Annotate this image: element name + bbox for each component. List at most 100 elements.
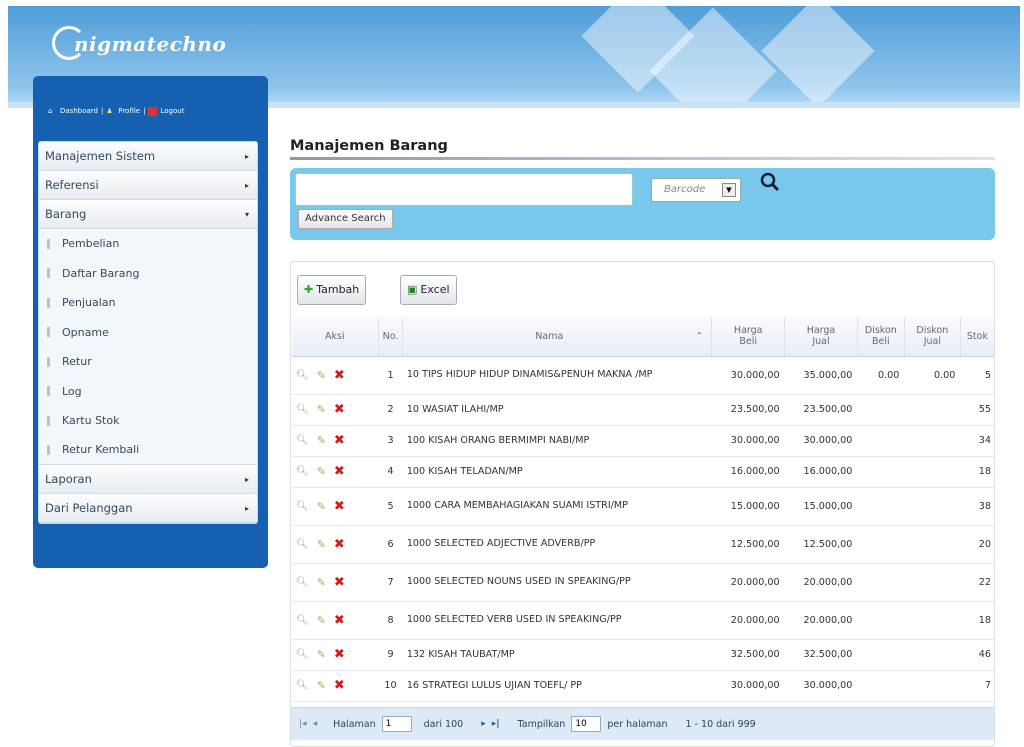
cell-no: 10 — [378, 670, 403, 702]
column-header-aksi: Aksi — [292, 317, 379, 357]
column-header-diskon-beli[interactable]: Diskon Beli — [857, 317, 905, 357]
cell-diskon-beli — [857, 525, 905, 564]
row-actions: 🔍︎ ✎ ✖ — [292, 639, 379, 671]
view-icon[interactable]: 🔍︎ — [296, 435, 309, 446]
delete-icon[interactable]: ✖ — [334, 433, 345, 448]
cell-no: 2 — [378, 394, 403, 426]
table-row[interactable]: 🔍︎ ✎ ✖ 4 100 KISAH TELADAN/MP 16.000,00 16.000… — [292, 456, 994, 488]
edit-icon[interactable]: ✎ — [317, 465, 326, 478]
table-row[interactable]: 🔍︎ ✎ ✖ 8 1000 SELECTED VERB USED IN SPEAKING… — [292, 601, 994, 640]
view-icon[interactable]: 🔍︎ — [296, 501, 309, 512]
cell-diskon-jual: 0.00 — [904, 356, 961, 395]
edit-icon[interactable]: ✎ — [317, 614, 326, 627]
sidebar-subitem-daftar-barang[interactable]: Daftar Barang — [39, 258, 257, 288]
cell-harga-jual: 16.000,00 — [784, 456, 858, 488]
cell-stok: 18 — [960, 456, 994, 488]
table-row[interactable]: 🔍︎ ✎ ✖ 9 132 KISAH TAUBAT/MP 32.500,00 32.500,… — [292, 639, 994, 671]
app-logo[interactable]: nigmatechno — [50, 32, 226, 56]
logout-link[interactable]: Logout — [160, 107, 184, 115]
page-number-input[interactable] — [381, 716, 412, 732]
search-input[interactable] — [295, 173, 633, 206]
table-row[interactable]: 🔍︎ ✎ ✖ 6 1000 SELECTED ADJECTIVE ADVERB/PP 12… — [292, 525, 994, 564]
delete-icon[interactable]: ✖ — [334, 368, 345, 383]
view-icon[interactable]: 🔍︎ — [296, 615, 309, 626]
column-header-harga-jual[interactable]: Harga Jual — [784, 317, 858, 357]
sidebar-item-laporan[interactable]: Laporan ▸ — [39, 465, 257, 494]
cell-diskon-jual — [904, 525, 961, 564]
row-actions: 🔍︎ ✎ ✖ — [292, 356, 379, 395]
table-row[interactable]: 🔍︎ ✎ ✖ 1 10 TIPS HIDUP HIDUP DINAMIS&PENUH M… — [292, 356, 994, 395]
delete-icon[interactable]: ✖ — [334, 678, 345, 693]
edit-icon[interactable]: ✎ — [317, 648, 326, 661]
view-icon[interactable]: 🔍︎ — [296, 466, 309, 477]
cell-stok: 55 — [960, 394, 994, 426]
cell-diskon-jual — [904, 601, 961, 640]
sidebar-subitem-log[interactable]: Log — [39, 376, 257, 406]
excel-button[interactable]: ▣ Excel — [400, 275, 457, 305]
nav-separator: | — [143, 107, 146, 115]
edit-icon[interactable]: ✎ — [317, 434, 326, 447]
sidebar-subitem-retur-kembali[interactable]: Retur Kembali — [39, 435, 257, 465]
table-row[interactable]: 🔍︎ ✎ ✖ 5 1000 CARA MEMBAHAGIAKAN SUAMI ISTRI… — [292, 487, 994, 526]
advance-search-button[interactable]: Advance Search — [298, 209, 393, 229]
view-icon[interactable]: 🔍︎ — [296, 539, 309, 550]
last-page-icon[interactable]: ▸| — [492, 719, 500, 729]
chevron-right-icon: ▸ — [244, 474, 249, 484]
edit-icon[interactable]: ✎ — [317, 369, 326, 382]
search-icon[interactable] — [755, 171, 785, 199]
per-page-input[interactable] — [571, 716, 602, 732]
column-header-harga-beli[interactable]: Harga Beli — [711, 317, 786, 357]
view-icon[interactable]: 🔍︎ — [296, 680, 309, 691]
table-row[interactable]: 🔍︎ ✎ ✖ 7 1000 SELECTED NOUNS USED IN SPEAKIN… — [292, 563, 994, 602]
column-header-diskon-jual[interactable]: Diskon Jual — [904, 317, 961, 357]
column-header-nama[interactable]: Nama ⌃ — [402, 317, 713, 357]
cell-nama: 10 WASIAT ILAHI/MP — [402, 394, 712, 426]
edit-icon[interactable]: ✎ — [317, 500, 326, 513]
cell-no: 4 — [378, 456, 403, 488]
sidebar-item-manajemen-sistem[interactable]: Manajemen Sistem ▸ — [39, 142, 257, 171]
search-type-select[interactable]: Barcode ▼ — [651, 178, 741, 202]
delete-icon[interactable]: ✖ — [334, 537, 345, 552]
sidebar-item-referensi[interactable]: Referensi ▸ — [39, 171, 257, 200]
delete-icon[interactable]: ✖ — [334, 402, 345, 417]
delete-icon[interactable]: ✖ — [334, 499, 345, 514]
edit-icon[interactable]: ✎ — [317, 679, 326, 692]
profile-link[interactable]: Profile — [118, 107, 140, 115]
next-page-icon[interactable]: ▸ — [481, 719, 486, 729]
cell-no: 7 — [378, 563, 403, 602]
edit-icon[interactable]: ✎ — [317, 576, 326, 589]
view-icon[interactable]: 🔍︎ — [296, 649, 309, 660]
table-row[interactable]: 🔍︎ ✎ ✖ 3 100 KISAH ORANG BERMIMPI NABI/MP 30.… — [292, 425, 994, 457]
prev-page-icon[interactable]: ◂ — [313, 719, 318, 729]
sidebar-subitem-pembelian[interactable]: Pembelian — [39, 229, 257, 259]
delete-icon[interactable]: ✖ — [334, 613, 345, 628]
cell-no: 3 — [378, 425, 403, 457]
header-decoration — [761, 6, 875, 108]
cell-no: 6 — [378, 525, 403, 564]
sidebar-subitem-retur[interactable]: Retur — [39, 347, 257, 377]
sidebar-item-barang[interactable]: Barang ▾ — [39, 200, 257, 229]
column-header-stok[interactable]: Stok — [960, 317, 994, 357]
view-icon[interactable]: 🔍︎ — [296, 577, 309, 588]
first-page-icon[interactable]: |◂ — [299, 719, 307, 729]
table-row[interactable]: 🔍︎ ✎ ✖ 2 10 WASIAT ILAHI/MP 23.500,00 23.500,0… — [292, 394, 994, 426]
cell-nama: 100 KISAH TELADAN/MP — [402, 456, 712, 488]
dashboard-link[interactable]: Dashboard — [60, 107, 98, 115]
edit-icon[interactable]: ✎ — [317, 538, 326, 551]
sidebar-subitem-opname[interactable]: Opname — [39, 317, 257, 347]
sidebar-subitem-penjualan[interactable]: Penjualan — [39, 288, 257, 318]
sidebar-subitem-kartu-stok[interactable]: Kartu Stok — [39, 406, 257, 436]
edit-icon[interactable]: ✎ — [317, 403, 326, 416]
delete-icon[interactable]: ✖ — [334, 575, 345, 590]
table-row[interactable]: 🔍︎ ✎ ✖ 10 16 STRATEGI LULUS UJIAN TOEFL/ PP 3… — [292, 670, 994, 702]
cell-harga-beli: 30.000,00 — [711, 670, 785, 702]
view-icon[interactable]: 🔍︎ — [296, 370, 309, 381]
delete-icon[interactable]: ✖ — [334, 464, 345, 479]
sidebar-item-dari-pelanggan[interactable]: Dari Pelanggan ▸ — [39, 494, 257, 523]
cell-nama: 1000 CARA MEMBAHAGIAKAN SUAMI ISTRI/MP — [402, 487, 712, 526]
cell-diskon-beli — [857, 563, 905, 602]
add-button[interactable]: ✚ Tambah — [297, 275, 367, 305]
delete-icon[interactable]: ✖ — [334, 647, 345, 662]
view-icon[interactable]: 🔍︎ — [296, 404, 309, 415]
row-actions: 🔍︎ ✎ ✖ — [292, 425, 379, 457]
